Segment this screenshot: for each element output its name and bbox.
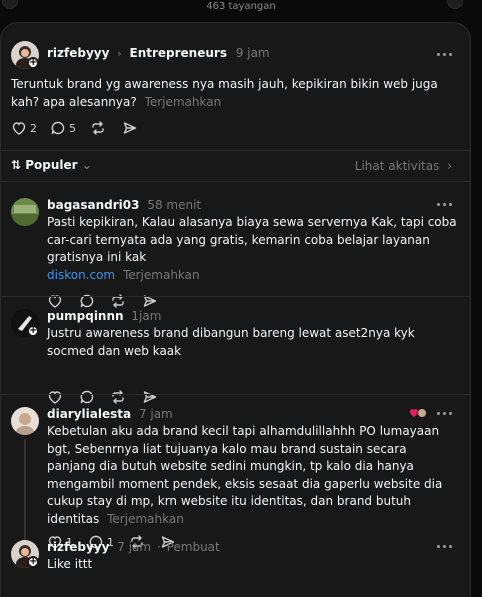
sort-dropdown[interactable]: ⇅ Populer ⌄ (11, 158, 92, 172)
repost-icon (92, 121, 104, 135)
reply-text: Kebetulan aku ada brand kecil tapi alham… (47, 423, 457, 528)
reply-item: diarylialesta 7 jam Kebetulan aku ada br… (1, 395, 470, 551)
translate-link[interactable]: Terjemahkan (123, 268, 200, 282)
community-name[interactable]: Entrepreneurs (130, 46, 227, 60)
comment-button[interactable]: 5 (50, 118, 76, 138)
thread-card: + rizfebyyy › Entrepreneurs 9 jam Terunt… (0, 22, 471, 597)
reply-item: + pumpqinnn 1jam Justru awareness brand … (1, 297, 470, 404)
reply-text-content: Kebetulan aku ada brand kecil tapi alham… (47, 424, 443, 526)
chevron-right-icon: › (447, 159, 452, 173)
reply-time: 7 jam (117, 540, 152, 554)
reply-time: 7 jam (138, 407, 173, 421)
reply-item: bagasandri03 58 menit Pasti kepikiran, K… (1, 182, 470, 308)
reply-more-icon[interactable] (437, 202, 453, 208)
post-text-content: Teruntuk brand yg awareness nya masih ja… (11, 77, 438, 109)
post-username[interactable]: rizfebyyy (47, 46, 109, 60)
avatar-image (11, 407, 39, 435)
post-meta: rizfebyyy › Entrepreneurs 9 jam (47, 46, 270, 60)
reply-username[interactable]: rizfebyyy (47, 540, 109, 554)
reply-link[interactable]: diskon.com (47, 268, 115, 282)
avatar-image (11, 198, 39, 226)
reply-username[interactable]: bagasandri03 (47, 198, 139, 212)
post-text: Teruntuk brand yg awareness nya masih ja… (11, 76, 451, 111)
reply-more-icon[interactable] (437, 544, 453, 550)
reply-meta: rizfebyyy 7 jam · Pembuat (47, 540, 220, 554)
chevron-right-icon: › (117, 47, 122, 60)
repost-button[interactable] (90, 118, 106, 138)
reply-time: 1jam (131, 309, 162, 323)
comment-icon (51, 121, 65, 135)
like-count: 2 (30, 121, 37, 135)
reply-text: Justru awareness brand dibangun bareng l… (47, 326, 415, 358)
follow-plus-icon[interactable]: + (27, 325, 39, 337)
send-icon (123, 122, 137, 134)
heart-icon (410, 408, 427, 418)
reply-more-icon[interactable] (437, 411, 453, 417)
avatar[interactable] (11, 407, 39, 435)
reply-meta: diarylialesta 7 jam (47, 407, 173, 421)
reply-meta: bagasandri03 58 menit (47, 198, 201, 212)
author-liked-badge (409, 407, 427, 419)
sort-arrows-icon: ⇅ (11, 158, 22, 172)
post-actions: 2 5 (11, 118, 211, 138)
view-activity-label: Lihat aktivitas (354, 159, 440, 173)
reply-text-content: Pasti kepikiran, Kalau alasanya biaya se… (47, 215, 457, 264)
reply-item: + rizfebyyy 7 jam · Pembuat Like ittt (1, 535, 470, 597)
follow-plus-icon[interactable]: + (27, 556, 39, 568)
view-count: 463 tayangan (206, 1, 276, 12)
reply-username[interactable]: diarylialesta (47, 407, 131, 421)
avatar[interactable] (11, 198, 39, 226)
reply-text: Like ittt (47, 557, 93, 571)
reply-username[interactable]: pumpqinnn (47, 309, 124, 323)
post-more-icon[interactable] (437, 52, 453, 58)
chevron-down-icon: ⌄ (81, 158, 92, 172)
translate-link[interactable]: Terjemahkan (107, 512, 184, 526)
reply-text: Pasti kepikiran, Kalau alasanya biaya se… (47, 214, 457, 284)
separator-dot: · (156, 540, 161, 554)
reply-time: 58 menit (147, 198, 202, 212)
sort-label: Populer (25, 158, 78, 172)
post-time: 9 jam (235, 46, 270, 60)
follow-plus-icon[interactable]: + (27, 57, 39, 69)
comment-count: 5 (69, 121, 76, 135)
author-badge: Pembuat (166, 540, 220, 554)
translate-link[interactable]: Terjemahkan (145, 95, 222, 109)
like-button[interactable]: 2 (11, 118, 37, 138)
share-button[interactable] (122, 118, 138, 138)
view-activity-link[interactable]: Lihat aktivitas › (355, 159, 452, 173)
main-post: + rizfebyyy › Entrepreneurs 9 jam Terunt… (1, 23, 470, 151)
reply-meta: pumpqinnn 1jam (47, 309, 161, 323)
heart-icon (12, 122, 26, 135)
top-bar: 463 tayangan (0, 0, 482, 16)
sort-bar: ⇅ Populer ⌄ Lihat aktivitas › (1, 151, 470, 181)
